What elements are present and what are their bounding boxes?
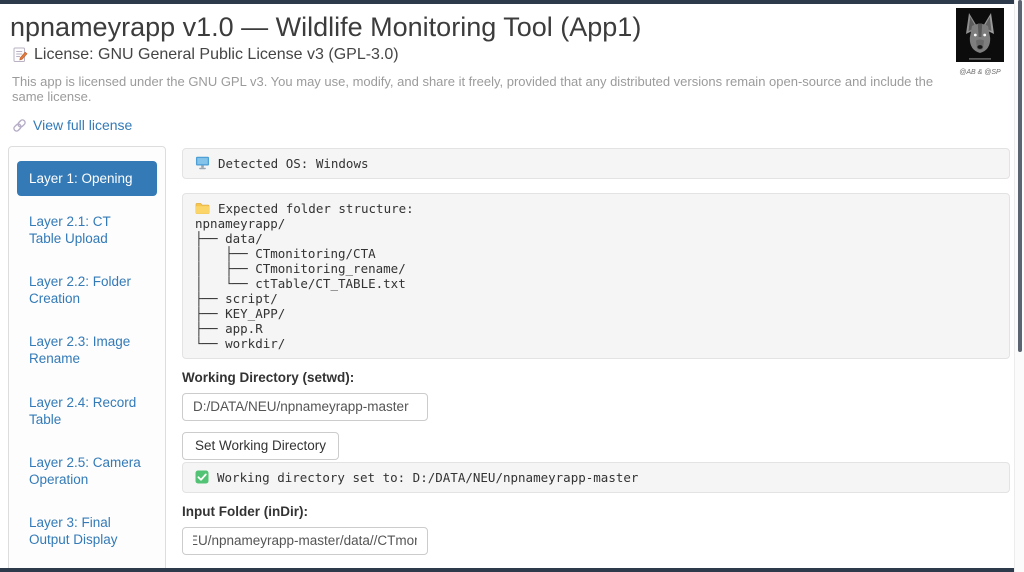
input-folder-input[interactable]: [182, 527, 428, 555]
app-window: npnameyrapp v1.0 — Wildlife Monitoring T…: [0, 0, 1024, 572]
set-working-directory-button[interactable]: Set Working Directory: [182, 432, 339, 460]
sidebar-item-layer1-opening[interactable]: Layer 1: Opening: [17, 161, 157, 196]
tree-line: │ ├── CTmonitoring/CTA: [195, 246, 997, 261]
folder-icon: [195, 202, 210, 215]
tree-line: npnameyrapp/: [195, 216, 997, 231]
working-directory-label: Working Directory (setwd):: [182, 369, 1010, 386]
sidebar-item-layer2-2-folder-creation[interactable]: Layer 2.2: Folder Creation: [17, 264, 157, 316]
working-directory-status-text: Working directory set to: D:/DATA/NEU/np…: [217, 470, 638, 485]
credit-caption: @AB & @SP: [952, 69, 1008, 76]
sidebar-item-layer2-3-image-rename[interactable]: Layer 2.3: Image Rename: [17, 324, 157, 376]
license-line: License: GNU General Public License v3 (…: [12, 46, 954, 64]
sidebar-item-layer2-4-record-table[interactable]: Layer 2.4: Record Table: [17, 385, 157, 437]
dog-photo: [956, 49, 1004, 66]
folder-structure-box: Expected folder structure: npnameyrapp/ …: [182, 193, 1010, 359]
tree-line: ├── app.R: [195, 321, 997, 336]
link-icon: [12, 118, 27, 133]
monitor-icon: [195, 156, 210, 170]
working-directory-status-box: Working directory set to: D:/DATA/NEU/np…: [182, 462, 1010, 493]
license-paragraph: This app is licensed under the GNU GPL v…: [12, 74, 954, 104]
vertical-scrollbar[interactable]: [1014, 0, 1024, 572]
tree-line: └── workdir/: [195, 336, 997, 351]
input-folder-label: Input Folder (inDir):: [182, 503, 1010, 520]
tree-line: ├── script/: [195, 291, 997, 306]
credit-block: @AB & @SP: [952, 8, 1008, 76]
folder-structure-title-row: Expected folder structure:: [195, 201, 997, 216]
sidebar-item-layer2-1-ct-table-upload[interactable]: Layer 2.1: CT Table Upload: [17, 204, 157, 256]
license-line-text: License: GNU General Public License v3 (…: [34, 46, 399, 64]
bottom-frame-bar: [0, 568, 1024, 572]
sidebar: Layer 1: Opening Layer 2.1: CT Table Upl…: [8, 146, 166, 572]
sidebar-item-layer2-5-camera-operation[interactable]: Layer 2.5: Camera Operation: [17, 445, 157, 497]
check-icon: [195, 470, 209, 484]
detected-os-box: Detected OS: Windows: [182, 148, 1010, 179]
view-full-license-label: View full license: [33, 117, 132, 133]
working-directory-input[interactable]: [182, 393, 428, 421]
page-title: npnameyrapp v1.0 — Wildlife Monitoring T…: [10, 12, 954, 43]
tree-line: ├── data/: [195, 231, 997, 246]
top-frame-bar: [0, 0, 1024, 4]
sidebar-item-layer3-final-output[interactable]: Layer 3: Final Output Display: [17, 505, 157, 557]
memo-icon: [12, 47, 28, 63]
tree-line: │ ├── CTmonitoring_rename/: [195, 261, 997, 276]
main-panel: Detected OS: Windows Expected folder str…: [182, 146, 1010, 572]
tree-line: │ └── ctTable/CT_TABLE.txt: [195, 276, 997, 291]
scrollbar-thumb[interactable]: [1018, 0, 1022, 352]
detected-os-text: Detected OS: Windows: [218, 156, 369, 171]
content: Layer 1: Opening Layer 2.1: CT Table Upl…: [0, 146, 1024, 572]
folder-structure-title: Expected folder structure:: [218, 201, 414, 216]
header: npnameyrapp v1.0 — Wildlife Monitoring T…: [0, 0, 1024, 138]
tree-line: ├── KEY_APP/: [195, 306, 997, 321]
view-full-license-link[interactable]: View full license: [12, 117, 132, 133]
